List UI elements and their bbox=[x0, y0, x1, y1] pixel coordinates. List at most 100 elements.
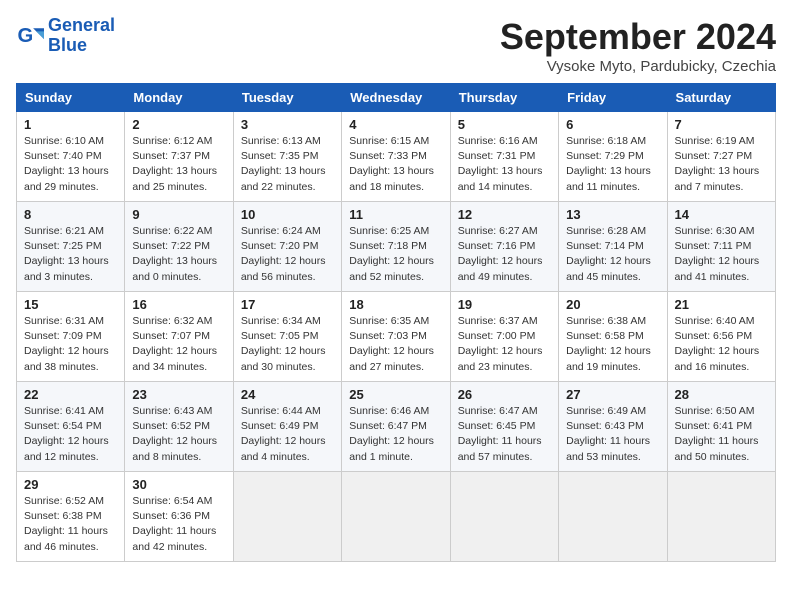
day-number: 29 bbox=[24, 477, 117, 492]
calendar-day-cell: 24 Sunrise: 6:44 AMSunset: 6:49 PMDayligh… bbox=[233, 382, 341, 472]
day-detail: Sunrise: 6:40 AMSunset: 6:56 PMDaylight:… bbox=[675, 314, 768, 375]
calendar-day-cell: 10 Sunrise: 6:24 AMSunset: 7:20 PMDayligh… bbox=[233, 202, 341, 292]
day-detail: Sunrise: 6:46 AMSunset: 6:47 PMDaylight:… bbox=[349, 404, 442, 465]
calendar-body: 1 Sunrise: 6:10 AMSunset: 7:40 PMDaylight… bbox=[17, 112, 776, 562]
day-detail: Sunrise: 6:27 AMSunset: 7:16 PMDaylight:… bbox=[458, 224, 551, 285]
calendar-day-cell: 26 Sunrise: 6:47 AMSunset: 6:45 PMDayligh… bbox=[450, 382, 558, 472]
calendar-week-row: 22Sunrise: 6:41 AMSunset: 6:54 PMDayligh… bbox=[17, 382, 776, 472]
day-number: 13 bbox=[566, 207, 659, 222]
day-number: 19 bbox=[458, 297, 551, 312]
day-detail: Sunrise: 6:54 AMSunset: 6:36 PMDaylight:… bbox=[132, 494, 225, 555]
day-number: 11 bbox=[349, 207, 442, 222]
day-number: 5 bbox=[458, 117, 551, 132]
day-detail: Sunrise: 6:10 AMSunset: 7:40 PMDaylight:… bbox=[24, 134, 117, 195]
day-detail: Sunrise: 6:50 AMSunset: 6:41 PMDaylight:… bbox=[675, 404, 768, 465]
day-detail: Sunrise: 6:47 AMSunset: 6:45 PMDaylight:… bbox=[458, 404, 551, 465]
weekday-header-monday: Monday bbox=[125, 84, 233, 112]
day-number: 24 bbox=[241, 387, 334, 402]
calendar-day-cell: 27 Sunrise: 6:49 AMSunset: 6:43 PMDayligh… bbox=[559, 382, 667, 472]
day-detail: Sunrise: 6:22 AMSunset: 7:22 PMDaylight:… bbox=[132, 224, 225, 285]
calendar-day-cell bbox=[667, 472, 775, 562]
day-detail: Sunrise: 6:13 AMSunset: 7:35 PMDaylight:… bbox=[241, 134, 334, 195]
calendar-day-cell: 7 Sunrise: 6:19 AMSunset: 7:27 PMDaylight… bbox=[667, 112, 775, 202]
day-number: 9 bbox=[132, 207, 225, 222]
day-detail: Sunrise: 6:15 AMSunset: 7:33 PMDaylight:… bbox=[349, 134, 442, 195]
calendar-day-cell: 29Sunrise: 6:52 AMSunset: 6:38 PMDayligh… bbox=[17, 472, 125, 562]
day-number: 16 bbox=[132, 297, 225, 312]
day-detail: Sunrise: 6:12 AMSunset: 7:37 PMDaylight:… bbox=[132, 134, 225, 195]
calendar-day-cell: 20 Sunrise: 6:38 AMSunset: 6:58 PMDayligh… bbox=[559, 292, 667, 382]
month-title: September 2024 bbox=[500, 16, 776, 58]
day-detail: Sunrise: 6:18 AMSunset: 7:29 PMDaylight:… bbox=[566, 134, 659, 195]
weekday-header-friday: Friday bbox=[559, 84, 667, 112]
day-number: 25 bbox=[349, 387, 442, 402]
calendar-day-cell: 1 Sunrise: 6:10 AMSunset: 7:40 PMDaylight… bbox=[17, 112, 125, 202]
day-number: 15 bbox=[24, 297, 117, 312]
day-detail: Sunrise: 6:21 AMSunset: 7:25 PMDaylight:… bbox=[24, 224, 117, 285]
calendar-day-cell: 9 Sunrise: 6:22 AMSunset: 7:22 PMDaylight… bbox=[125, 202, 233, 292]
day-detail: Sunrise: 6:38 AMSunset: 6:58 PMDaylight:… bbox=[566, 314, 659, 375]
day-detail: Sunrise: 6:35 AMSunset: 7:03 PMDaylight:… bbox=[349, 314, 442, 375]
day-number: 6 bbox=[566, 117, 659, 132]
logo-line1: General bbox=[48, 15, 115, 35]
day-number: 26 bbox=[458, 387, 551, 402]
calendar-day-cell: 11 Sunrise: 6:25 AMSunset: 7:18 PMDayligh… bbox=[342, 202, 450, 292]
day-number: 21 bbox=[675, 297, 768, 312]
day-detail: Sunrise: 6:44 AMSunset: 6:49 PMDaylight:… bbox=[241, 404, 334, 465]
calendar-day-cell: 6 Sunrise: 6:18 AMSunset: 7:29 PMDaylight… bbox=[559, 112, 667, 202]
day-number: 3 bbox=[241, 117, 334, 132]
calendar-week-row: 8Sunrise: 6:21 AMSunset: 7:25 PMDaylight… bbox=[17, 202, 776, 292]
calendar-day-cell: 16 Sunrise: 6:32 AMSunset: 7:07 PMDayligh… bbox=[125, 292, 233, 382]
logo-line2: Blue bbox=[48, 35, 87, 55]
calendar-day-cell: 12 Sunrise: 6:27 AMSunset: 7:16 PMDayligh… bbox=[450, 202, 558, 292]
calendar-day-cell: 23Sunrise: 6:43 AMSunset: 6:52 PMDayligh… bbox=[125, 382, 233, 472]
page-header: G General Blue September 2024 Vysoke Myt… bbox=[16, 16, 776, 75]
day-detail: Sunrise: 6:24 AMSunset: 7:20 PMDaylight:… bbox=[241, 224, 334, 285]
calendar-day-cell: 5 Sunrise: 6:16 AMSunset: 7:31 PMDaylight… bbox=[450, 112, 558, 202]
day-detail: Sunrise: 6:37 AMSunset: 7:00 PMDaylight:… bbox=[458, 314, 551, 375]
day-detail: Sunrise: 6:32 AMSunset: 7:07 PMDaylight:… bbox=[132, 314, 225, 375]
calendar-day-cell: 2Sunrise: 6:12 AMSunset: 7:37 PMDaylight… bbox=[125, 112, 233, 202]
calendar-day-cell bbox=[233, 472, 341, 562]
calendar-day-cell: 4 Sunrise: 6:15 AMSunset: 7:33 PMDaylight… bbox=[342, 112, 450, 202]
day-detail: Sunrise: 6:49 AMSunset: 6:43 PMDaylight:… bbox=[566, 404, 659, 465]
day-detail: Sunrise: 6:31 AMSunset: 7:09 PMDaylight:… bbox=[24, 314, 117, 375]
calendar-day-cell: 28Sunrise: 6:50 AMSunset: 6:41 PMDayligh… bbox=[667, 382, 775, 472]
day-number: 7 bbox=[675, 117, 768, 132]
day-number: 27 bbox=[566, 387, 659, 402]
logo: G General Blue bbox=[16, 16, 115, 56]
weekday-header-tuesday: Tuesday bbox=[233, 84, 341, 112]
day-number: 1 bbox=[24, 117, 117, 132]
day-number: 30 bbox=[132, 477, 225, 492]
logo-text: General Blue bbox=[48, 16, 115, 56]
day-number: 20 bbox=[566, 297, 659, 312]
title-block: September 2024 Vysoke Myto, Pardubicky, … bbox=[500, 16, 776, 75]
calendar-day-cell: 8Sunrise: 6:21 AMSunset: 7:25 PMDaylight… bbox=[17, 202, 125, 292]
calendar-week-row: 1 Sunrise: 6:10 AMSunset: 7:40 PMDaylight… bbox=[17, 112, 776, 202]
location: Vysoke Myto, Pardubicky, Czechia bbox=[500, 58, 776, 75]
day-detail: Sunrise: 6:16 AMSunset: 7:31 PMDaylight:… bbox=[458, 134, 551, 195]
calendar-day-cell: 25 Sunrise: 6:46 AMSunset: 6:47 PMDayligh… bbox=[342, 382, 450, 472]
calendar-day-cell: 14Sunrise: 6:30 AMSunset: 7:11 PMDayligh… bbox=[667, 202, 775, 292]
day-number: 4 bbox=[349, 117, 442, 132]
day-detail: Sunrise: 6:34 AMSunset: 7:05 PMDaylight:… bbox=[241, 314, 334, 375]
calendar-header-row: SundayMondayTuesdayWednesdayThursdayFrid… bbox=[17, 84, 776, 112]
calendar-day-cell: 15 Sunrise: 6:31 AMSunset: 7:09 PMDayligh… bbox=[17, 292, 125, 382]
calendar-day-cell: 18Sunrise: 6:35 AMSunset: 7:03 PMDayligh… bbox=[342, 292, 450, 382]
day-detail: Sunrise: 6:19 AMSunset: 7:27 PMDaylight:… bbox=[675, 134, 768, 195]
calendar-day-cell bbox=[559, 472, 667, 562]
day-detail: Sunrise: 6:25 AMSunset: 7:18 PMDaylight:… bbox=[349, 224, 442, 285]
weekday-header-saturday: Saturday bbox=[667, 84, 775, 112]
calendar-day-cell bbox=[450, 472, 558, 562]
day-number: 22 bbox=[24, 387, 117, 402]
weekday-header-wednesday: Wednesday bbox=[342, 84, 450, 112]
day-number: 12 bbox=[458, 207, 551, 222]
calendar-day-cell: 21 Sunrise: 6:40 AMSunset: 6:56 PMDayligh… bbox=[667, 292, 775, 382]
svg-text:G: G bbox=[18, 25, 34, 47]
logo-icon: G bbox=[16, 22, 44, 50]
calendar-day-cell bbox=[342, 472, 450, 562]
weekday-header-sunday: Sunday bbox=[17, 84, 125, 112]
day-number: 23 bbox=[132, 387, 225, 402]
day-number: 10 bbox=[241, 207, 334, 222]
calendar-table: SundayMondayTuesdayWednesdayThursdayFrid… bbox=[16, 83, 776, 562]
